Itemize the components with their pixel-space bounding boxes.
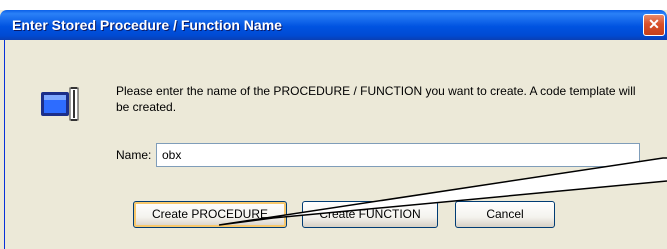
title-bar[interactable]: Enter Stored Procedure / Function Name ✕	[0, 10, 667, 40]
name-label: Name:	[116, 148, 152, 162]
procedure-icon	[41, 87, 79, 121]
dialog-title: Enter Stored Procedure / Function Name	[12, 17, 282, 33]
instruction-text: Please enter the name of the PROCEDURE /…	[116, 84, 636, 114]
create-function-button[interactable]: Create FUNCTION	[302, 201, 438, 228]
close-icon: ✕	[648, 16, 660, 32]
close-button[interactable]: ✕	[643, 14, 665, 36]
cancel-button[interactable]: Cancel	[455, 201, 555, 228]
create-procedure-button[interactable]: Create PROCEDURE	[133, 201, 287, 228]
name-input[interactable]	[156, 143, 640, 167]
